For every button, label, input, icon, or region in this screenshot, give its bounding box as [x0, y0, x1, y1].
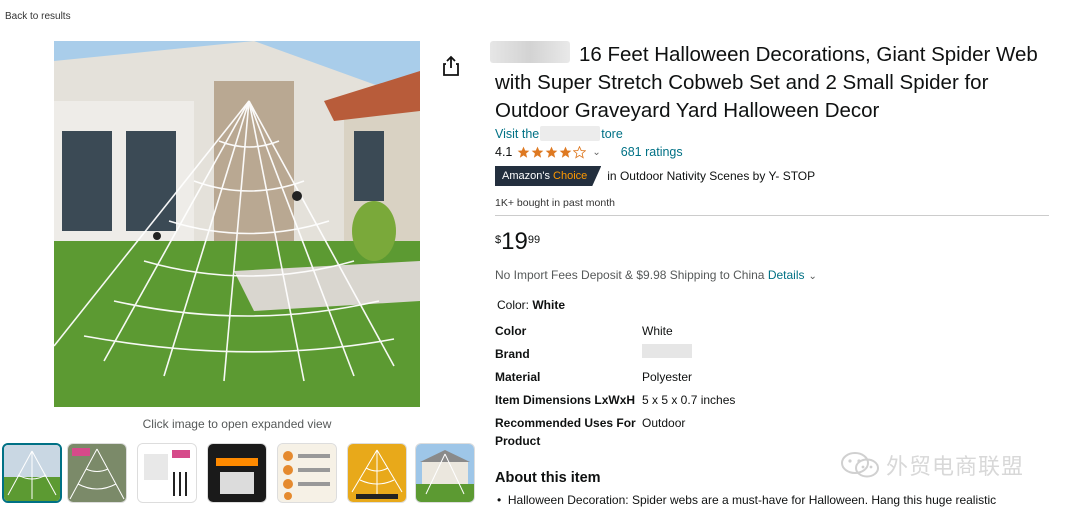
thumbnail-7[interactable] [415, 443, 475, 503]
shipping-text: No Import Fees Deposit & $9.98 Shipping … [495, 268, 768, 282]
thumbnail-2[interactable] [67, 443, 127, 503]
star-empty-icon [573, 145, 587, 159]
spec-value: 5 x 5 x 0.7 inches [642, 393, 736, 407]
product-title: 16 Feet Halloween Decorations, Giant Spi… [495, 43, 1038, 122]
ratings-count-link[interactable]: 681 ratings [621, 145, 683, 159]
spec-key: Material [495, 370, 541, 384]
thumbnail-3[interactable] [137, 443, 197, 503]
star-full-icon [532, 146, 544, 158]
rating-value[interactable]: 4.1 [495, 145, 512, 159]
price: $ 19 99 [495, 228, 540, 256]
badge-prefix: Amazon's [502, 170, 554, 182]
spider-web-house-illustration [54, 41, 420, 407]
choice-category-text[interactable]: in Outdoor Nativity Scenes by Y- STOP [607, 169, 815, 183]
image-caption: Click image to open expanded view [142, 417, 332, 431]
spec-key: Color [495, 324, 527, 338]
chevron-down-icon[interactable]: ⌄ [592, 147, 600, 158]
star-full-icon [518, 146, 530, 158]
wechat-icon [841, 452, 879, 478]
spec-key: Brand [495, 347, 530, 361]
rating-row: 4.1 ⌄ 681 ratings [495, 144, 683, 160]
shipping-details-link[interactable]: Details [768, 268, 805, 282]
bought-past-month: 1K+ bought in past month [495, 197, 615, 209]
thumbnail-4[interactable] [207, 443, 267, 503]
color-label: Color: [497, 298, 533, 312]
shipping-info: No Import Fees Deposit & $9.98 Shipping … [495, 268, 817, 282]
about-heading: About this item [495, 470, 601, 486]
badge-highlight: Choice [553, 170, 588, 182]
thumbnail-5[interactable] [277, 443, 337, 503]
thumbnail-1[interactable] [2, 443, 62, 503]
store-name-redacted [540, 126, 600, 141]
star-full-icon [546, 146, 558, 158]
brand-value-redacted [642, 344, 692, 358]
color-value: White [532, 298, 566, 312]
spec-key: Item Dimensions LxWxH [495, 393, 636, 407]
chevron-down-icon[interactable]: ⌄ [809, 271, 817, 282]
spec-key: Recommended Uses For Product [495, 416, 636, 448]
about-bullet-text: Halloween Decoration: Spider webs are a … [507, 493, 997, 507]
store-link-suffix[interactable]: tore [601, 127, 623, 141]
thumbnail-6[interactable] [347, 443, 407, 503]
watermark: 外贸电商联盟 [840, 449, 1024, 481]
back-to-results-link[interactable]: Back to results [5, 11, 71, 22]
spec-value: Polyester [642, 370, 693, 384]
main-product-image[interactable] [54, 41, 420, 407]
share-icon[interactable] [441, 55, 461, 77]
amazons-choice-badge: Amazon's Choice [495, 166, 601, 186]
divider [495, 215, 1049, 216]
selected-color: Color: White [497, 298, 565, 312]
about-bullet: • Halloween Decoration: Spider webs are … [497, 493, 997, 507]
star-rating[interactable] [517, 145, 587, 159]
star-full-icon [560, 146, 572, 158]
watermark-text: 外贸电商联盟 [886, 454, 1025, 479]
price-fraction: 99 [527, 234, 541, 246]
spec-value: White [642, 324, 673, 338]
price-whole: 19 [501, 228, 528, 255]
amazons-choice-row: Amazon's Choice in Outdoor Nativity Scen… [495, 166, 815, 186]
spec-value: Outdoor [642, 416, 686, 430]
store-link-prefix[interactable]: Visit the [495, 127, 539, 141]
